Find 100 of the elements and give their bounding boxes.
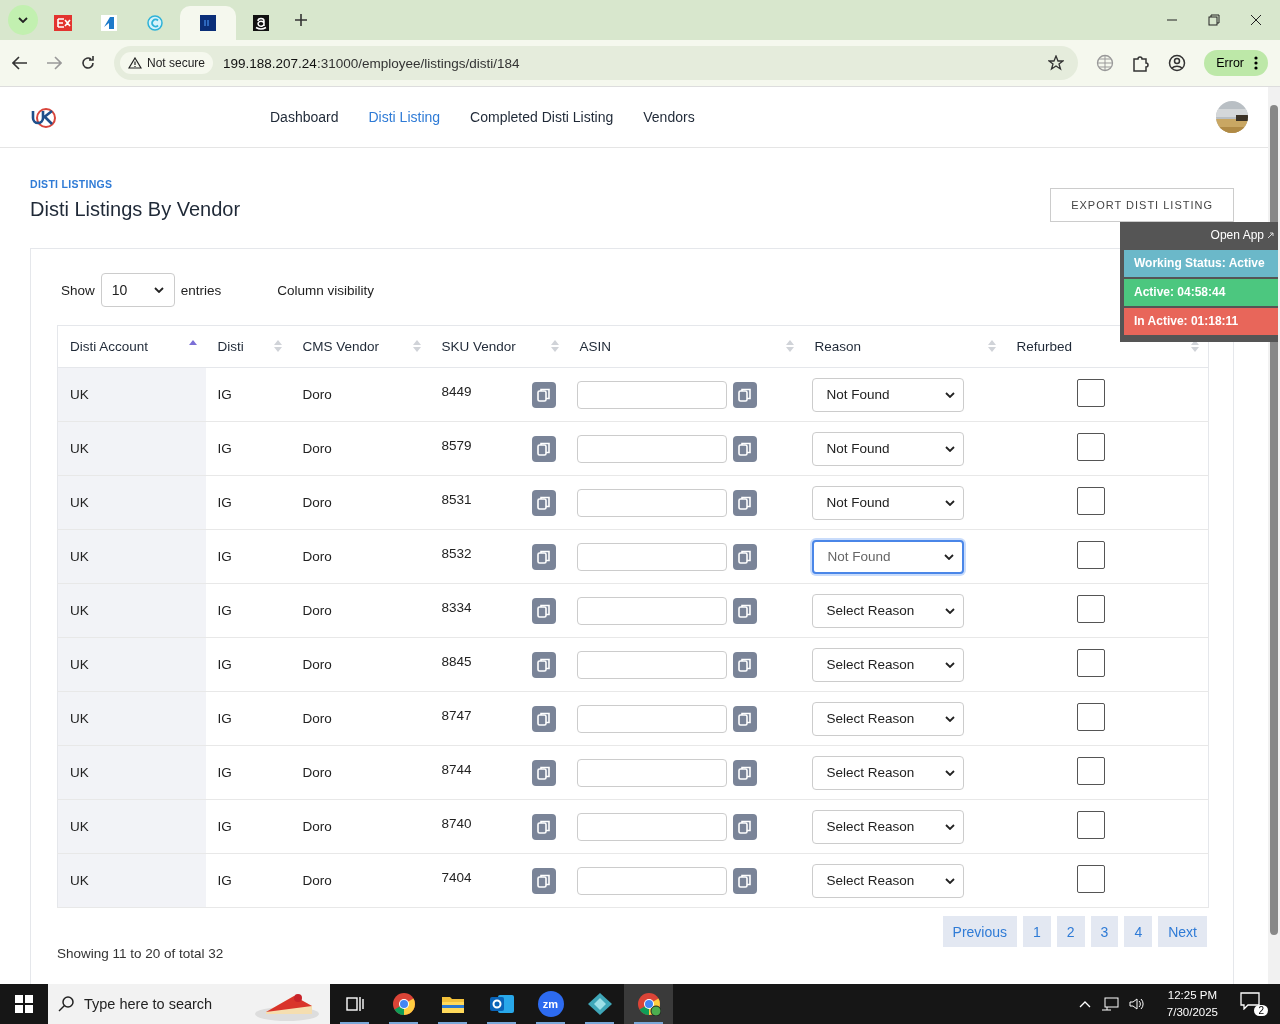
copy-button[interactable] bbox=[531, 543, 556, 570]
reason-select[interactable]: Not Found bbox=[811, 377, 964, 412]
copy-button[interactable] bbox=[531, 705, 556, 732]
copy-button[interactable] bbox=[531, 435, 556, 462]
refurbed-checkbox[interactable] bbox=[1076, 594, 1105, 623]
copy-button[interactable] bbox=[732, 813, 757, 840]
asin-field[interactable] bbox=[576, 704, 727, 733]
notification-button[interactable]: 2 bbox=[1240, 992, 1268, 1016]
nav-link[interactable]: Disti Listing bbox=[368, 109, 441, 125]
copy-button[interactable] bbox=[732, 381, 757, 408]
reason-select[interactable]: Select Reason bbox=[811, 701, 964, 736]
nav-link[interactable]: Vendors bbox=[643, 109, 695, 125]
reason-select[interactable]: Not Found bbox=[811, 485, 964, 520]
copy-button[interactable] bbox=[531, 381, 556, 408]
column-header[interactable]: ASIN bbox=[579, 339, 611, 354]
tab-search-button[interactable] bbox=[8, 5, 38, 35]
refurbed-checkbox[interactable] bbox=[1076, 540, 1105, 569]
reason-select[interactable]: Select Reason bbox=[811, 809, 964, 844]
page-length-select[interactable]: 10 bbox=[100, 273, 175, 307]
export-button[interactable]: EXPORT DISTI LISTING bbox=[1050, 188, 1234, 222]
asin-field[interactable] bbox=[576, 812, 727, 841]
refurbed-checkbox[interactable] bbox=[1076, 702, 1105, 731]
pagination-button[interactable]: 3 bbox=[1090, 916, 1119, 947]
restore-icon[interactable] bbox=[1208, 14, 1220, 26]
profile-icon[interactable] bbox=[1168, 54, 1187, 72]
column-visibility-button[interactable]: Column visibility bbox=[271, 281, 381, 299]
close-icon[interactable] bbox=[1250, 14, 1262, 26]
refurbed-checkbox[interactable] bbox=[1076, 648, 1105, 677]
pagination-button[interactable]: 2 bbox=[1056, 916, 1085, 947]
asin-field[interactable] bbox=[576, 866, 727, 895]
nav-link[interactable]: Dashboard bbox=[270, 109, 339, 125]
reason-select[interactable]: Select Reason bbox=[811, 593, 964, 628]
copy-button[interactable] bbox=[732, 867, 757, 894]
copy-button[interactable] bbox=[732, 543, 757, 570]
network-icon[interactable] bbox=[1100, 997, 1119, 1011]
asin-field[interactable] bbox=[576, 758, 727, 787]
refurbed-checkbox[interactable] bbox=[1076, 486, 1105, 515]
sku-text: 8532 bbox=[441, 546, 472, 561]
refurbed-checkbox[interactable] bbox=[1076, 864, 1105, 893]
column-header[interactable]: CMS Vendor bbox=[302, 339, 380, 354]
reason-select[interactable]: Select Reason bbox=[811, 863, 964, 898]
security-chip[interactable]: Not secure bbox=[120, 52, 214, 74]
nav-link[interactable]: Completed Disti Listing bbox=[470, 109, 614, 125]
copy-button[interactable] bbox=[531, 759, 556, 786]
star-icon[interactable] bbox=[1048, 55, 1065, 71]
puzzle-icon[interactable] bbox=[1132, 54, 1151, 72]
copy-button[interactable] bbox=[732, 489, 757, 516]
taskbar-app[interactable] bbox=[624, 984, 673, 1024]
sort-icon[interactable] bbox=[1190, 339, 1200, 353]
asin-field[interactable] bbox=[576, 434, 727, 463]
globe-icon[interactable] bbox=[1096, 54, 1115, 72]
asin-field[interactable] bbox=[576, 596, 727, 625]
browser-tab[interactable] bbox=[180, 6, 236, 40]
copy-button[interactable] bbox=[732, 651, 757, 678]
copy-button[interactable] bbox=[531, 867, 556, 894]
reason-select[interactable]: Not Found bbox=[811, 431, 964, 466]
pagination-button[interactable]: Next bbox=[1158, 916, 1207, 947]
zoom-icon: zm bbox=[537, 991, 564, 1017]
column-header[interactable]: Disti Account bbox=[70, 339, 149, 354]
back-icon[interactable] bbox=[12, 56, 28, 70]
copy-button[interactable] bbox=[732, 705, 757, 732]
copy-button[interactable] bbox=[732, 597, 757, 624]
clock[interactable]: 12:25 PM 7/30/2025 bbox=[1166, 987, 1218, 1021]
column-header[interactable]: Reason bbox=[814, 339, 862, 354]
error-button[interactable]: Error bbox=[1204, 50, 1268, 76]
forward-icon[interactable] bbox=[46, 56, 62, 70]
url-text[interactable]: 199.188.207.24:31000/employee/listings/disti/184 bbox=[223, 55, 520, 71]
speaker-icon[interactable] bbox=[1128, 997, 1145, 1011]
copy-icon bbox=[737, 765, 752, 780]
column-header[interactable]: Disti bbox=[217, 339, 244, 354]
copy-button[interactable] bbox=[531, 813, 556, 840]
open-app-link[interactable]: Open App bbox=[1210, 228, 1264, 242]
copy-button[interactable] bbox=[531, 597, 556, 624]
asin-field[interactable] bbox=[576, 488, 727, 517]
reload-icon[interactable] bbox=[80, 55, 96, 71]
copy-button[interactable] bbox=[531, 651, 556, 678]
refurbed-checkbox[interactable] bbox=[1076, 756, 1105, 785]
new-tab-icon[interactable] bbox=[294, 13, 308, 27]
folder-icon bbox=[440, 994, 465, 1014]
pagination-button[interactable]: Previous bbox=[942, 916, 1017, 947]
refurbed-checkbox[interactable] bbox=[1076, 810, 1105, 839]
copy-button[interactable] bbox=[732, 435, 757, 462]
asin-field[interactable] bbox=[576, 542, 727, 571]
asin-field[interactable] bbox=[576, 380, 727, 409]
chevron-up-icon[interactable] bbox=[1078, 1000, 1091, 1008]
reason-select[interactable]: Not Found bbox=[811, 539, 964, 574]
reason-select[interactable]: Select Reason bbox=[811, 755, 964, 790]
sku-text: 8449 bbox=[441, 384, 472, 399]
column-header[interactable]: Refurbed bbox=[1016, 339, 1073, 354]
refurbed-checkbox[interactable] bbox=[1076, 432, 1105, 461]
copy-button[interactable] bbox=[732, 759, 757, 786]
taskbar-search-field[interactable]: Type here to search bbox=[48, 984, 330, 1024]
column-header[interactable]: SKU Vendor bbox=[441, 339, 516, 354]
reason-select[interactable]: Select Reason bbox=[811, 647, 964, 682]
windows-icon[interactable] bbox=[15, 995, 33, 1013]
refurbed-checkbox[interactable] bbox=[1076, 378, 1105, 407]
pagination-button[interactable]: 4 bbox=[1124, 916, 1153, 947]
copy-button[interactable] bbox=[531, 489, 556, 516]
taskbar-app[interactable]: zm bbox=[526, 984, 575, 1024]
asin-field[interactable] bbox=[576, 650, 727, 679]
